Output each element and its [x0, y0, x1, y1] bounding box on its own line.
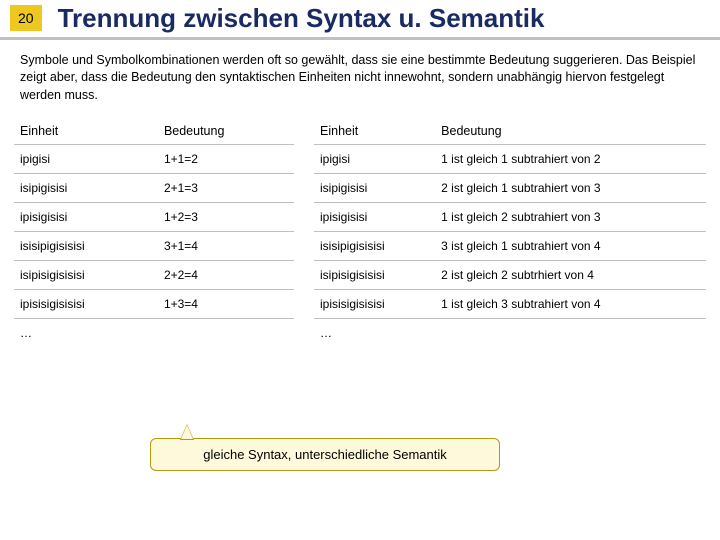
cell: isipisigisisisi [314, 261, 435, 290]
table-header-row: Einheit Bedeutung [314, 118, 706, 145]
table-row: isisipigisisisi3+1=4 [14, 232, 294, 261]
table-header-row: Einheit Bedeutung [14, 118, 294, 145]
cell: 1 ist gleich 3 subtrahiert von 4 [435, 290, 706, 319]
cell: isipisigisisisi [14, 261, 158, 290]
cell: 2 ist gleich 2 subtrhiert von 4 [435, 261, 706, 290]
col-einheit: Einheit [14, 118, 158, 145]
table-right: Einheit Bedeutung ipigisi1 ist gleich 1 … [314, 118, 706, 347]
table-row: ipisigisisi1+2=3 [14, 203, 294, 232]
cell: ipisisigisisisi [14, 290, 158, 319]
table-row: ipigisi1+1=2 [14, 145, 294, 174]
cell: 1 ist gleich 1 subtrahiert von 2 [435, 145, 706, 174]
cell: 1+3=4 [158, 290, 294, 319]
table-left-wrap: Einheit Bedeutung ipigisi1+1=2 isipigisi… [14, 118, 294, 347]
cell: 2+2=4 [158, 261, 294, 290]
intro-text: Symbole und Symbolkombinationen werden o… [20, 52, 700, 105]
cell: 3 ist gleich 1 subtrahiert von 4 [435, 232, 706, 261]
cell: isipigisisi [314, 174, 435, 203]
title-row: 20 Trennung zwischen Syntax u. Semantik [0, 0, 720, 40]
cell: isipigisisi [14, 174, 158, 203]
cell: ipigisi [14, 145, 158, 174]
cell: 1 ist gleich 2 subtrahiert von 3 [435, 203, 706, 232]
table-row: isipigisisi2+1=3 [14, 174, 294, 203]
table-row: … [14, 319, 294, 348]
col-bedeutung: Bedeutung [158, 118, 294, 145]
cell: ipigisi [314, 145, 435, 174]
callout-box: gleiche Syntax, unterschiedliche Semanti… [150, 438, 500, 471]
tables-wrap: Einheit Bedeutung ipigisi1+1=2 isipigisi… [0, 118, 720, 347]
slide-title: Trennung zwischen Syntax u. Semantik [58, 4, 545, 33]
table-row: isipigisisi2 ist gleich 1 subtrahiert vo… [314, 174, 706, 203]
cell: isisipigisisisi [314, 232, 435, 261]
cell: 2 ist gleich 1 subtrahiert von 3 [435, 174, 706, 203]
table-row: isisipigisisisi3 ist gleich 1 subtrahier… [314, 232, 706, 261]
col-einheit: Einheit [314, 118, 435, 145]
cell: 3+1=4 [158, 232, 294, 261]
cell: 1+1=2 [158, 145, 294, 174]
table-row: isipisigisisisi2 ist gleich 2 subtrhiert… [314, 261, 706, 290]
cell: 2+1=3 [158, 174, 294, 203]
table-row: ipisigisisi1 ist gleich 2 subtrahiert vo… [314, 203, 706, 232]
table-left: Einheit Bedeutung ipigisi1+1=2 isipigisi… [14, 118, 294, 347]
cell: … [14, 319, 158, 348]
callout-wrap: gleiche Syntax, unterschiedliche Semanti… [150, 438, 500, 471]
cell: ipisigisisi [14, 203, 158, 232]
table-row: ipisisigisisisi1+3=4 [14, 290, 294, 319]
slide: 20 Trennung zwischen Syntax u. Semantik … [0, 0, 720, 540]
page-number-badge: 20 [10, 5, 42, 31]
col-bedeutung: Bedeutung [435, 118, 706, 145]
table-right-wrap: Einheit Bedeutung ipigisi1 ist gleich 1 … [314, 118, 706, 347]
cell: 1+2=3 [158, 203, 294, 232]
cell: ipisigisisi [314, 203, 435, 232]
cell: … [314, 319, 435, 348]
cell [158, 319, 294, 348]
table-row: ipisisigisisisi1 ist gleich 3 subtrahier… [314, 290, 706, 319]
table-row: ipigisi1 ist gleich 1 subtrahiert von 2 [314, 145, 706, 174]
cell: ipisisigisisisi [314, 290, 435, 319]
cell: isisipigisisisi [14, 232, 158, 261]
table-row: … [314, 319, 706, 348]
table-row: isipisigisisisi2+2=4 [14, 261, 294, 290]
cell [435, 319, 706, 348]
